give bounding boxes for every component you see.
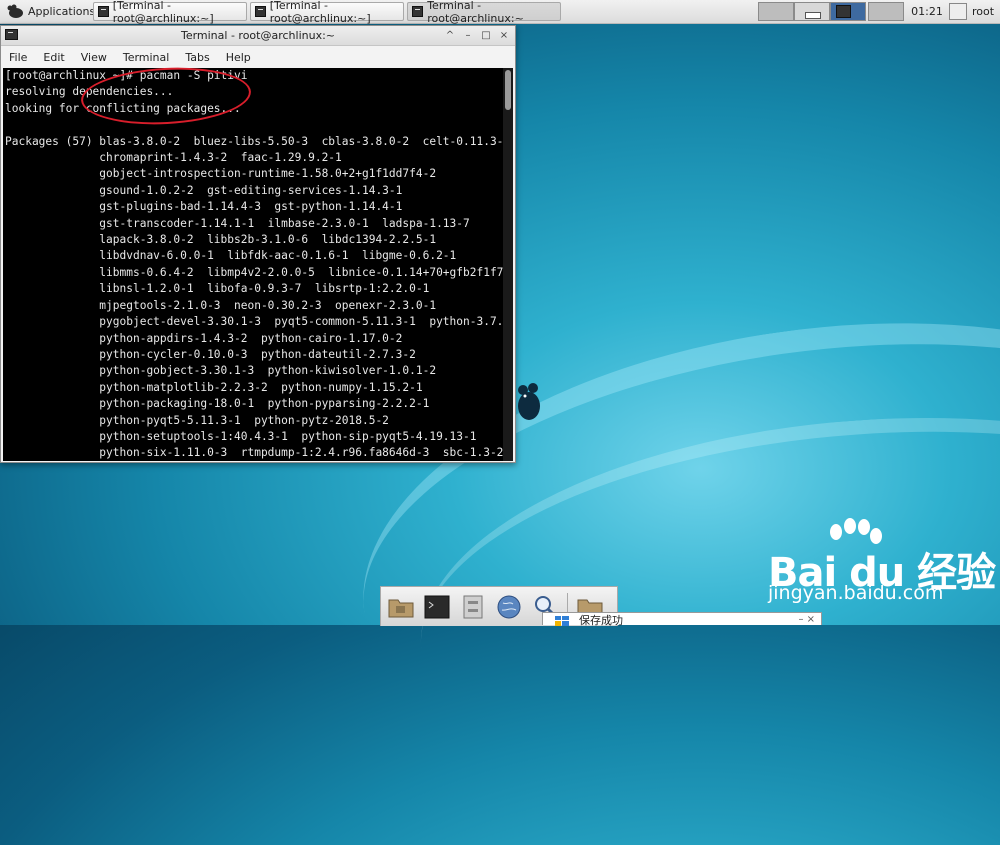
menu-help[interactable]: Help bbox=[218, 51, 259, 64]
notification-controls[interactable]: – × bbox=[798, 614, 815, 625]
terminal-line: looking for conflicting packages... bbox=[5, 101, 241, 115]
terminal-line: libnsl-1.2.0-1 libofa-0.9.3-7 libsrtp-1:… bbox=[5, 282, 430, 296]
menu-tabs[interactable]: Tabs bbox=[177, 51, 217, 64]
terminal-line: python-matplotlib-2.2.3-2 python-numpy-1… bbox=[5, 380, 423, 394]
workspace-3[interactable] bbox=[830, 2, 866, 21]
workspace-1[interactable] bbox=[758, 2, 794, 21]
terminal-line: libmms-0.6.4-2 libmp4v2-2.0.0-5 libnice-… bbox=[5, 265, 513, 279]
terminal-scrollbar[interactable] bbox=[503, 68, 513, 461]
keyboard-icon[interactable] bbox=[949, 3, 967, 20]
window-title: Terminal - root@archlinux:~ bbox=[180, 29, 336, 42]
terminal-line: gst-transcoder-1.14.1-1 ilmbase-2.3.0-1 … bbox=[5, 216, 470, 230]
xfce-mouse-icon bbox=[7, 4, 23, 18]
terminal-line: python-setuptools-1:40.4.3-1 python-sip-… bbox=[5, 429, 477, 443]
taskbar-item-label: [Terminal - root@archlinux:~] bbox=[269, 0, 371, 25]
terminal-icon bbox=[412, 6, 424, 17]
taskbar-item-terminal-2[interactable]: [Terminal - root@archlinux:~] bbox=[250, 0, 404, 25]
terminal-launcher-icon[interactable] bbox=[423, 593, 451, 621]
terminal-line: resolving dependencies... bbox=[5, 85, 174, 99]
window-minimize-button[interactable]: – bbox=[461, 29, 475, 42]
terminal-line: python-packaging-18.0-1 python-pyparsing… bbox=[5, 397, 430, 411]
menu-file[interactable]: File bbox=[1, 51, 35, 64]
window-close-button[interactable]: × bbox=[497, 29, 511, 42]
terminal-line: chromaprint-1.4.3-2 faac-1.29.9.2-1 bbox=[5, 151, 342, 165]
panel-clock[interactable]: 01:21 bbox=[905, 0, 949, 23]
user-menu[interactable]: root bbox=[972, 0, 994, 23]
taskbar-item-terminal-3[interactable]: Terminal - root@archlinux:~ bbox=[407, 0, 561, 25]
applications-menu-button[interactable]: Applications bbox=[2, 0, 99, 23]
terminal-output[interactable]: [root@archlinux ~]# pacman -S pitivi reso… bbox=[3, 68, 513, 461]
window-shade-button[interactable]: ^ bbox=[443, 29, 457, 42]
terminal-line: mjpegtools-2.1.0-3 neon-0.30.2-3 openexr… bbox=[5, 298, 437, 312]
applications-label: Applications bbox=[28, 5, 96, 18]
terminal-line: Packages (57) blas-3.8.0-2 bluez-libs-5.… bbox=[5, 134, 511, 148]
taskbar-item-label: [Terminal - root@archlinux:~] bbox=[112, 0, 214, 25]
terminal-line: [root@archlinux ~]# pacman -S pitivi bbox=[5, 69, 248, 82]
baidu-url: jingyan.baidu.com bbox=[768, 582, 944, 604]
web-browser-icon[interactable] bbox=[495, 593, 523, 621]
file-cabinet-icon[interactable] bbox=[459, 593, 487, 621]
scrollbar-thumb[interactable] bbox=[505, 70, 511, 110]
menu-terminal[interactable]: Terminal bbox=[115, 51, 178, 64]
menu-view[interactable]: View bbox=[73, 51, 115, 64]
menu-edit[interactable]: Edit bbox=[35, 51, 72, 64]
terminal-line: gsound-1.0.2-2 gst-editing-services-1.14… bbox=[5, 183, 403, 197]
window-maximize-button[interactable]: □ bbox=[479, 29, 493, 42]
notification-text: 保存成功 bbox=[579, 614, 623, 627]
terminal-text: [root@archlinux ~]# pacman -S pitivi reso… bbox=[5, 68, 513, 461]
window-titlebar[interactable]: Terminal - root@archlinux:~ ^ – □ × bbox=[1, 26, 515, 46]
terminal-icon bbox=[255, 6, 266, 17]
terminal-line: libdvdnav-6.0.0-1 libfdk-aac-0.1.6-1 lib… bbox=[5, 249, 457, 263]
menu-bar: File Edit View Terminal Tabs Help bbox=[1, 46, 515, 68]
terminal-window: Terminal - root@archlinux:~ ^ – □ × File… bbox=[0, 25, 516, 463]
terminal-line: gobject-introspection-runtime-1.58.0+2+g… bbox=[5, 167, 437, 181]
terminal-icon bbox=[98, 6, 109, 17]
terminal-line: python-cycler-0.10.0-3 python-dateutil-2… bbox=[5, 347, 416, 361]
notification-popup[interactable]: 保存成功 – × bbox=[542, 612, 822, 627]
taskbar-item-terminal-1[interactable]: [Terminal - root@archlinux:~] bbox=[93, 0, 247, 25]
terminal-line: python-six-1.11.0-3 rtmpdump-1:2.4.r96.f… bbox=[5, 446, 504, 460]
top-panel: Applications [Terminal - root@archlinux:… bbox=[0, 0, 1000, 25]
workspace-4[interactable] bbox=[868, 2, 904, 21]
xfce-mouse-mascot-icon bbox=[518, 383, 540, 420]
taskbar-item-label: Terminal - root@archlinux:~ bbox=[427, 0, 524, 25]
terminal-line: python-gobject-3.30.1-3 python-kiwisolve… bbox=[5, 364, 437, 378]
terminal-line: pygobject-devel-3.30.1-3 pyqt5-common-5.… bbox=[5, 315, 513, 329]
workspace-2[interactable] bbox=[794, 2, 830, 21]
terminal-line: python-appdirs-1.4.3-2 python-cairo-1.17… bbox=[5, 331, 403, 345]
terminal-line: lapack-3.8.0-2 libbs2b-3.1.0-6 libdc1394… bbox=[5, 233, 437, 247]
home-folder-icon[interactable] bbox=[387, 593, 415, 621]
terminal-line: gst-plugins-bad-1.14.4-3 gst-python-1.14… bbox=[5, 200, 403, 214]
terminal-line: python-pyqt5-5.11.3-1 python-pytz-2018.5… bbox=[5, 413, 389, 427]
